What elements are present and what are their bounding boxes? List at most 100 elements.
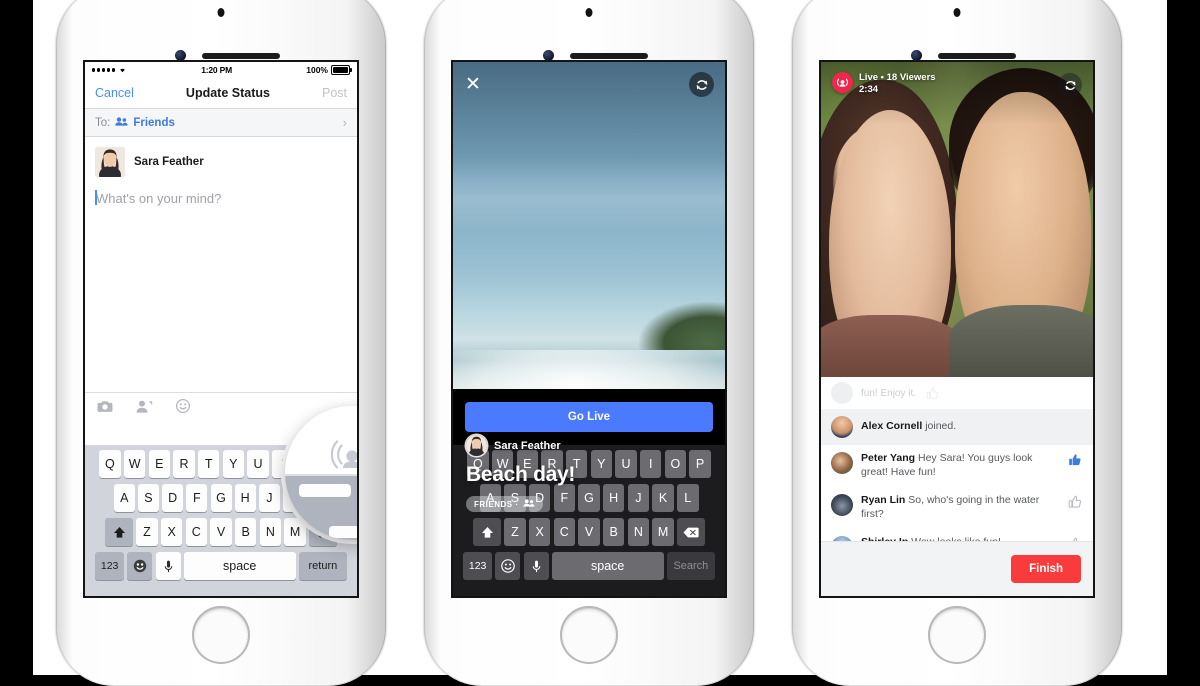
phone-live-preview: ✕ Sara Feather Beach day! FRIENDS · Go L… [424, 0, 754, 686]
key-d[interactable]: D [162, 484, 184, 512]
phone2-screen: ✕ Sara Feather Beach day! FRIENDS · Go L… [453, 62, 725, 596]
key-f[interactable]: F [186, 484, 208, 512]
privacy-badge[interactable]: FRIENDS · [466, 496, 543, 512]
front-camera-icon [585, 8, 593, 17]
backspace-icon[interactable] [677, 518, 705, 546]
audience-selector-row[interactable]: To: Friends › [85, 109, 357, 137]
key-v[interactable]: V [578, 518, 600, 546]
shift-icon[interactable] [105, 518, 133, 546]
post-button[interactable]: Post [322, 86, 347, 100]
live-broadcast-icon [832, 72, 853, 93]
emoji-icon[interactable] [127, 552, 153, 580]
space-key[interactable]: space [551, 552, 664, 580]
key-u[interactable]: U [247, 450, 269, 478]
numbers-key[interactable]: 123 [463, 552, 493, 580]
proximity-sensor-icon [175, 50, 186, 61]
key-j[interactable]: J [627, 484, 650, 512]
live-preview-meta: Sara Feather Beach day! FRIENDS · [466, 435, 575, 512]
flip-camera-icon[interactable] [1058, 73, 1082, 97]
key-y[interactable]: Y [590, 450, 613, 478]
key-g[interactable]: G [210, 484, 232, 512]
friends-icon [115, 116, 128, 129]
key-j[interactable]: J [258, 484, 280, 512]
key-b[interactable]: B [602, 518, 625, 546]
avatar [831, 493, 853, 516]
key-s[interactable]: S [137, 484, 159, 512]
emoji-icon[interactable] [495, 552, 521, 580]
nav-bar: Cancel Update Status Post [85, 78, 357, 109]
key-z[interactable]: Z [504, 518, 526, 546]
comments-list[interactable]: fun! Enjoy it. Alex Cornell joined. Pete… [821, 377, 1093, 541]
thumbs-up-filled-icon[interactable] [1067, 453, 1083, 467]
tag-person-icon[interactable] [136, 400, 153, 413]
magnifier-callout [285, 406, 357, 540]
key-a[interactable]: A [113, 484, 135, 512]
key-y[interactable]: Y [222, 450, 245, 478]
key-m[interactable]: M [652, 518, 674, 546]
thumbs-up-outline-icon[interactable] [1067, 495, 1083, 509]
key-v[interactable]: V [210, 518, 232, 546]
key-c[interactable]: C [553, 518, 576, 546]
key-k[interactable]: K [652, 484, 674, 512]
key-p[interactable]: P [689, 450, 711, 478]
avatar [831, 416, 853, 438]
key-c[interactable]: C [185, 518, 208, 546]
numbers-key[interactable]: 123 [95, 552, 125, 580]
list-item: Shirley Ip Wow looks like fun! [821, 529, 1093, 541]
return-key[interactable]: return [298, 552, 347, 580]
key-g[interactable]: G [578, 484, 600, 512]
phone-live-broadcast: Live • 18 Viewers 2:34 fun! Enjoy it. Al… [792, 0, 1122, 686]
shift-icon[interactable] [473, 518, 501, 546]
key-r[interactable]: R [173, 450, 195, 478]
broadcast-title: Beach day! [466, 463, 576, 486]
list-item: Peter Yang Hey Sara! You guys look great… [821, 445, 1093, 487]
space-key[interactable]: space [183, 552, 296, 580]
key-e[interactable]: E [148, 450, 171, 478]
avatar [466, 435, 487, 456]
proximity-sensor-icon [543, 50, 554, 61]
key-w[interactable]: W [123, 450, 146, 478]
key-x[interactable]: X [160, 518, 183, 546]
home-button[interactable] [560, 606, 618, 664]
battery-area: 100% [306, 65, 352, 75]
key-t[interactable]: T [197, 450, 220, 478]
microphone-icon[interactable] [155, 552, 181, 580]
key-h[interactable]: H [234, 484, 256, 512]
close-icon[interactable]: ✕ [465, 75, 481, 94]
comment-text: Alex Cornell joined. [861, 420, 1083, 434]
comment-text: Ryan Lin So, who's going in the water fi… [861, 494, 1059, 522]
key-x[interactable]: X [528, 518, 551, 546]
key-z[interactable]: Z [136, 518, 158, 546]
key-n[interactable]: N [259, 518, 282, 546]
live-status-badge: Live • 18 Viewers 2:34 [832, 72, 936, 96]
phone3-screen: Live • 18 Viewers 2:34 fun! Enjoy it. Al… [821, 62, 1093, 596]
flip-camera-icon[interactable] [689, 72, 714, 97]
key-l[interactable]: L [677, 484, 699, 512]
author-row: Sara Feather [466, 435, 575, 456]
microphone-icon[interactable] [523, 552, 549, 580]
search-key[interactable]: Search [666, 552, 715, 580]
text-caret [95, 190, 97, 205]
home-button[interactable] [928, 606, 986, 664]
key-h[interactable]: H [602, 484, 625, 512]
list-item: Ryan Lin So, who's going in the water fi… [821, 487, 1093, 529]
key-u[interactable]: U [615, 450, 637, 478]
status-bar-time: 1:20 PM [201, 65, 232, 75]
key-q[interactable]: Q [99, 450, 121, 478]
key-i[interactable]: I [639, 450, 662, 478]
status-input[interactable]: What's on your mind? [85, 181, 357, 216]
phone1-screen: 1:20 PM 100% Cancel Update Status Post T… [85, 62, 357, 596]
key-o[interactable]: O [664, 450, 687, 478]
camera-icon[interactable] [97, 400, 113, 413]
finish-button[interactable]: Finish [1011, 555, 1081, 583]
cancel-button[interactable]: Cancel [95, 86, 134, 100]
earpiece-speaker [570, 53, 648, 59]
signal-area [92, 66, 127, 75]
emoji-icon[interactable] [176, 399, 190, 413]
key-n[interactable]: N [627, 518, 650, 546]
key-b[interactable]: B [234, 518, 257, 546]
go-live-button[interactable]: Go Live [465, 402, 713, 432]
earpiece-speaker [202, 53, 280, 59]
avatar [95, 147, 125, 177]
home-button[interactable] [192, 606, 250, 664]
